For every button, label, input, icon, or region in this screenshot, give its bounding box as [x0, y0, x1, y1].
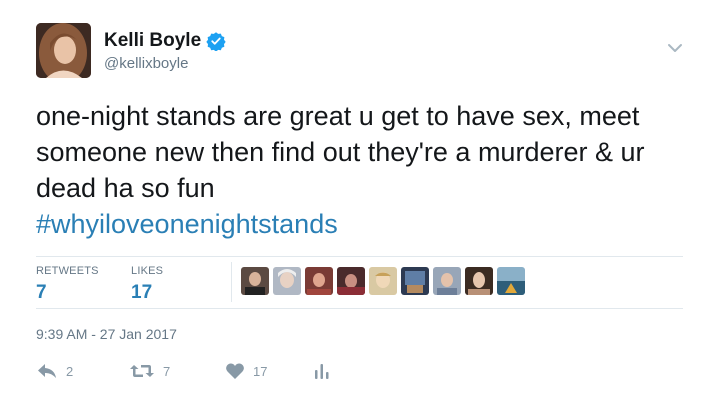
stats-separator	[231, 262, 232, 302]
likes-count[interactable]: 17	[131, 282, 152, 304]
liker-avatars	[241, 267, 525, 295]
liker-avatar[interactable]	[273, 267, 301, 295]
reply-button[interactable]: 2	[36, 362, 73, 380]
verified-badge-icon	[206, 31, 226, 52]
tweet-text: one-night stands are great u get to have…	[36, 101, 645, 203]
display-name[interactable]: Kelli Boyle	[104, 30, 226, 52]
tweet-text-block: one-night stands are great u get to have…	[36, 98, 686, 242]
like-button[interactable]: 17	[225, 362, 267, 380]
liker-avatar[interactable]	[241, 267, 269, 295]
analytics-button[interactable]	[314, 362, 330, 380]
retweets-count[interactable]: 7	[36, 282, 47, 304]
hashtag-link[interactable]: #whyiloveonenightstands	[36, 206, 686, 242]
liker-avatar[interactable]	[401, 267, 429, 295]
like-count: 17	[253, 363, 268, 379]
retweets-label[interactable]: RETWEETS	[36, 265, 99, 277]
reply-count: 2	[66, 363, 74, 379]
liker-avatar[interactable]	[433, 267, 461, 295]
author-handle[interactable]: @kellixboyle	[104, 55, 188, 72]
heart-icon	[225, 362, 245, 380]
likes-label[interactable]: LIKES	[131, 265, 163, 277]
author-name[interactable]: Kelli Boyle	[104, 30, 201, 52]
divider	[36, 308, 683, 309]
analytics-icon	[314, 362, 330, 380]
reply-icon	[36, 362, 58, 380]
tweet-timestamp[interactable]: 9:39 AM - 27 Jan 2017	[36, 326, 177, 342]
liker-avatar[interactable]	[497, 267, 525, 295]
liker-avatar[interactable]	[337, 267, 365, 295]
retweet-icon	[129, 362, 155, 380]
liker-avatar[interactable]	[465, 267, 493, 295]
liker-avatar[interactable]	[305, 267, 333, 295]
retweet-count: 7	[163, 363, 171, 379]
tweet-card: Kelli Boyle @kellixboyle one-night stand…	[0, 0, 717, 406]
retweet-button[interactable]: 7	[129, 362, 170, 380]
liker-avatar[interactable]	[369, 267, 397, 295]
chevron-down-icon[interactable]	[666, 41, 684, 55]
avatar[interactable]	[36, 23, 91, 78]
divider	[36, 256, 683, 257]
